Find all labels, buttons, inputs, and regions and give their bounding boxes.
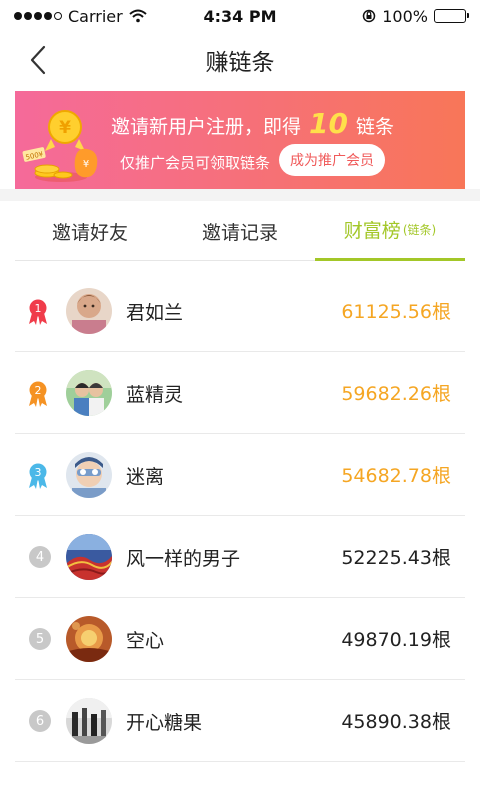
user-value: 54682.78根 xyxy=(341,465,451,487)
tab-invite-friends[interactable]: 邀请好友 xyxy=(15,201,165,261)
wifi-icon xyxy=(129,9,147,23)
user-name: 空心 xyxy=(126,630,165,652)
avatar[interactable] xyxy=(66,452,112,498)
rank-number: 3 xyxy=(35,466,42,479)
user-value: 45890.38根 xyxy=(341,711,451,733)
user-name: 蓝精灵 xyxy=(126,384,184,406)
battery-percent: 100% xyxy=(382,6,428,26)
leaderboard-row[interactable]: 3 迷离 54682.78根 xyxy=(15,434,465,516)
rank-badge: 5 xyxy=(29,628,51,650)
banner-reward-unit: 链条 xyxy=(355,116,394,138)
rank-number: 2 xyxy=(35,384,42,397)
leaderboard-row[interactable]: 5 空心 49870.19根 xyxy=(15,598,465,680)
rank-medal-icon: 2 xyxy=(29,381,47,407)
battery-icon xyxy=(434,9,469,23)
user-value: 49870.19根 xyxy=(341,629,451,651)
avatar[interactable] xyxy=(66,370,112,416)
status-left: Carrier xyxy=(14,7,184,26)
user-name: 开心糖果 xyxy=(126,712,203,734)
coins-illustration: ¥ ¥ 500¥ xyxy=(22,110,98,182)
user-value: 59682.26根 xyxy=(341,383,451,405)
rank-medal-icon: 1 xyxy=(29,299,47,325)
chevron-left-icon xyxy=(30,45,46,75)
leaderboard-row[interactable]: 6 开心糖果 45890.38根 xyxy=(15,680,465,762)
user-name: 风一样的男子 xyxy=(126,548,241,570)
user-name: 君如兰 xyxy=(126,302,184,324)
avatar[interactable] xyxy=(66,698,112,744)
user-value: 52225.43根 xyxy=(341,547,451,569)
banner-headline: 邀请新用户注册，即得 10 链条 xyxy=(111,107,394,140)
status-right: 100% xyxy=(296,6,469,26)
status-time: 4:34 PM xyxy=(203,6,277,26)
carrier-label: Carrier xyxy=(68,6,123,26)
user-name: 迷离 xyxy=(126,466,165,488)
status-bar: Carrier 4:34 PM 100% xyxy=(0,0,480,32)
svg-text:¥: ¥ xyxy=(83,159,89,170)
tab-invite-records[interactable]: 邀请记录 xyxy=(165,201,315,261)
page-title: 赚链条 xyxy=(205,50,275,76)
rotation-lock-icon xyxy=(363,9,376,23)
avatar[interactable] xyxy=(66,534,112,580)
tab-invite-records-label: 邀请记录 xyxy=(201,221,278,244)
tab-invite-friends-label: 邀请好友 xyxy=(51,221,128,244)
avatar[interactable] xyxy=(66,288,112,334)
svg-text:¥: ¥ xyxy=(59,118,71,138)
become-promoter-button[interactable]: 成为推广会员 xyxy=(279,144,385,176)
rank-medal-icon: 3 xyxy=(29,463,47,489)
back-button[interactable] xyxy=(20,42,56,78)
invite-banner[interactable]: ¥ ¥ 500¥ 邀请新用户注册，即得 10 链条 仅推广会员可领取链条 成为推… xyxy=(15,91,465,189)
rank-badge: 4 xyxy=(29,546,51,568)
leaderboard-row[interactable]: 1 君如兰 61125.56根 xyxy=(15,270,465,352)
leaderboard-list: 1 君如兰 61125.56根 2 蓝精灵 59682.26根 3 迷离 546… xyxy=(15,270,465,762)
tab-wealth-ranking[interactable]: 财富榜 (链条) xyxy=(315,201,465,261)
tab-bar: 邀请好友 邀请记录 财富榜 (链条) xyxy=(15,201,465,261)
tab-wealth-ranking-label: 财富榜 xyxy=(343,220,401,242)
banner-headline-text: 邀请新用户注册，即得 xyxy=(111,116,302,138)
leaderboard-row[interactable]: 4 风一样的男子 52225.43根 xyxy=(15,516,465,598)
banner-subtext: 仅推广会员可领取链条 xyxy=(120,154,271,172)
leaderboard-row[interactable]: 2 蓝精灵 59682.26根 xyxy=(15,352,465,434)
rank-badge: 6 xyxy=(29,710,51,732)
signal-icon xyxy=(14,12,62,20)
nav-bar: 赚链条 xyxy=(0,32,480,88)
banner-reward-number: 10 xyxy=(309,107,348,140)
tab-wealth-ranking-sublabel: (链条) xyxy=(402,223,437,237)
user-value: 61125.56根 xyxy=(341,301,451,323)
section-divider xyxy=(0,189,480,201)
rank-number: 1 xyxy=(35,302,42,315)
avatar[interactable] xyxy=(66,616,112,662)
